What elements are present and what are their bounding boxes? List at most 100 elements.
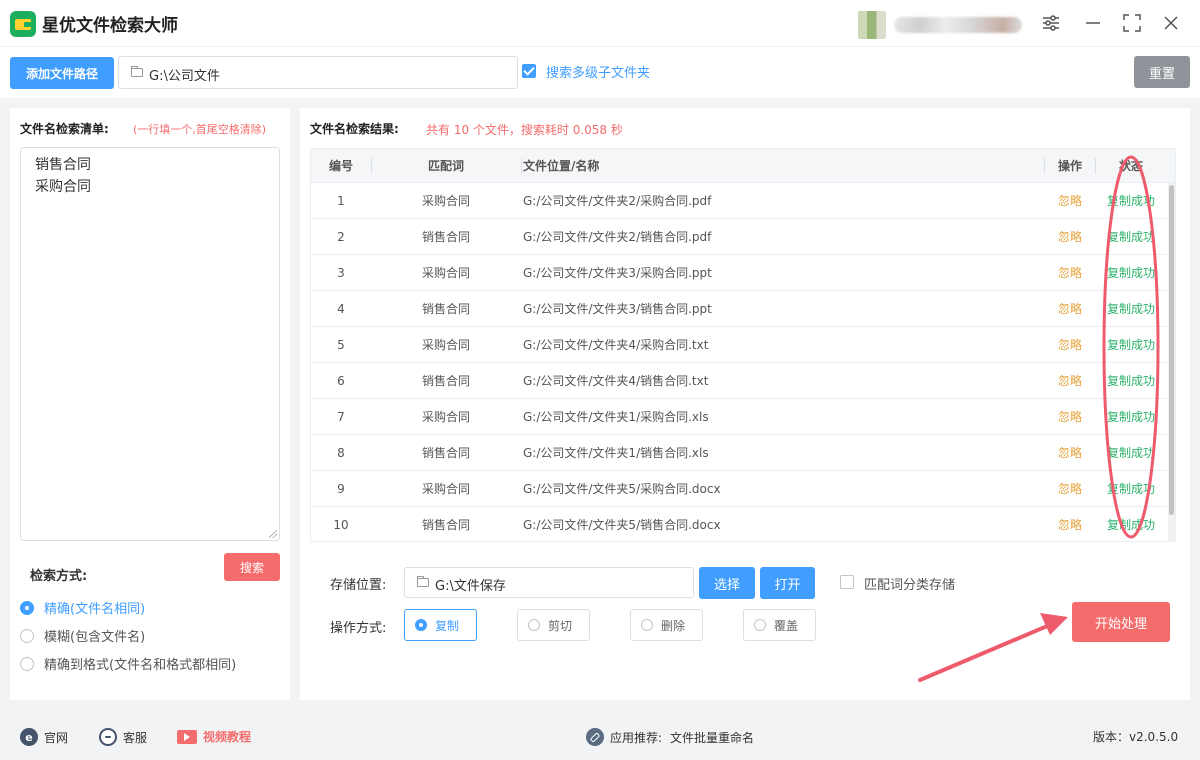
op-copy-option[interactable]: 复制: [404, 609, 477, 641]
radio-selected-icon[interactable]: [415, 619, 427, 631]
avatar[interactable]: [858, 11, 886, 39]
column-divider[interactable]: [521, 158, 522, 174]
classify-label[interactable]: 匹配词分类存储: [864, 574, 955, 593]
close-button[interactable]: [1160, 12, 1182, 34]
store-path-value: G:\文件保存: [435, 579, 506, 594]
start-processing-button[interactable]: 开始处理: [1072, 602, 1170, 642]
maximize-button[interactable]: [1121, 12, 1143, 34]
row-number: 10: [333, 518, 349, 532]
row-number: 5: [337, 338, 345, 352]
table-header: 编号 匹配词 文件位置/名称 操作 状态: [311, 149, 1175, 183]
row-status: 复制成功: [1106, 266, 1155, 280]
table-row[interactable]: 3 采购合同 G:/公司文件/文件夹3/采购合同.ppt 忽略 复制成功: [311, 255, 1167, 291]
user-profile[interactable]: [858, 11, 1022, 39]
radio-icon[interactable]: [20, 628, 34, 643]
path-input[interactable]: G:\公司文件: [118, 56, 518, 89]
col-header-keyword[interactable]: 匹配词: [371, 149, 521, 183]
minimize-button[interactable]: [1082, 12, 1104, 34]
table-row[interactable]: 4 销售合同 G:/公司文件/文件夹3/销售合同.ppt 忽略 复制成功: [311, 291, 1167, 327]
keyword-line: 销售合同: [35, 157, 91, 173]
row-file-path: G:/公司文件/文件夹3/销售合同.ppt: [523, 302, 712, 316]
table-row[interactable]: 2 销售合同 G:/公司文件/文件夹2/销售合同.pdf 忽略 复制成功: [311, 219, 1167, 255]
row-keyword: 销售合同: [421, 374, 470, 388]
add-path-button[interactable]: 添加文件路径: [10, 57, 114, 89]
resize-grip-icon[interactable]: [269, 530, 277, 538]
recommend-app-link[interactable]: 文件批量重命名: [670, 729, 754, 746]
results-panel: 文件名检索结果: 共有 10 个文件，搜索耗时 0.058 秒 编号 匹配词 文…: [300, 108, 1190, 700]
op-overwrite-option[interactable]: 覆盖: [743, 609, 816, 641]
service-link[interactable]: 客服: [99, 728, 147, 746]
website-link[interactable]: e 官网: [20, 728, 68, 746]
folder-icon: [417, 576, 429, 587]
video-tutorial-link[interactable]: 视频教程: [177, 728, 251, 745]
radio-icon[interactable]: [754, 619, 766, 631]
settings-sliders-icon[interactable]: [1040, 12, 1062, 34]
op-cut-option[interactable]: 剪切: [517, 609, 590, 641]
reset-button[interactable]: 重置: [1134, 56, 1190, 88]
footer-bar: e 官网 客服 视频教程 应用推荐: 文件批量重命名 版本：v2.0.5.0: [0, 712, 1200, 760]
row-ignore-action[interactable]: 忽略: [1045, 183, 1095, 219]
mode-fuzzy-option[interactable]: 模糊(包含文件名): [20, 626, 145, 645]
row-status: 复制成功: [1106, 410, 1155, 424]
row-status: 复制成功: [1106, 230, 1155, 244]
col-header-path[interactable]: 文件位置/名称: [523, 149, 823, 183]
row-status: 复制成功: [1106, 302, 1155, 316]
recommend-label: 应用推荐:: [610, 730, 663, 745]
search-button[interactable]: 搜索: [224, 553, 280, 581]
radio-icon[interactable]: [20, 656, 34, 671]
row-status: 复制成功: [1106, 194, 1155, 208]
row-ignore-action[interactable]: 忽略: [1045, 291, 1095, 327]
keyword-textarea[interactable]: 销售合同 采购合同: [20, 147, 280, 541]
store-path-input[interactable]: G:\文件保存: [404, 567, 694, 598]
table-row[interactable]: 1 采购合同 G:/公司文件/文件夹2/采购合同.pdf 忽略 复制成功: [311, 183, 1167, 219]
op-label: 剪切: [548, 618, 573, 633]
classify-checkbox[interactable]: [840, 575, 854, 589]
col-header-no[interactable]: 编号: [311, 149, 371, 183]
op-delete-option[interactable]: 删除: [630, 609, 703, 641]
row-status: 复制成功: [1106, 482, 1155, 496]
row-ignore-action[interactable]: 忽略: [1045, 399, 1095, 435]
row-ignore-action[interactable]: 忽略: [1045, 507, 1095, 541]
row-ignore-action[interactable]: 忽略: [1045, 363, 1095, 399]
mode-exact-option[interactable]: 精确(文件名相同): [20, 598, 145, 617]
row-number: 2: [337, 230, 345, 244]
table-scrollbar[interactable]: [1168, 183, 1175, 541]
op-label: 删除: [661, 618, 686, 633]
row-ignore-action[interactable]: 忽略: [1045, 471, 1095, 507]
table-row[interactable]: 6 销售合同 G:/公司文件/文件夹4/销售合同.txt 忽略 复制成功: [311, 363, 1167, 399]
row-ignore-action[interactable]: 忽略: [1045, 327, 1095, 363]
mode-exact-format-option[interactable]: 精确到格式(文件名和格式都相同): [20, 654, 236, 673]
table-row[interactable]: 7 采购合同 G:/公司文件/文件夹1/采购合同.xls 忽略 复制成功: [311, 399, 1167, 435]
choose-button[interactable]: 选择: [699, 567, 755, 599]
path-toolbar: 添加文件路径 G:\公司文件 搜索多级子文件夹 重置: [0, 46, 1200, 98]
col-header-status[interactable]: 状态: [1095, 149, 1167, 183]
row-keyword: 采购合同: [421, 266, 470, 280]
radio-icon[interactable]: [528, 619, 540, 631]
scroll-thumb[interactable]: [1169, 185, 1174, 515]
radio-selected-icon[interactable]: [20, 600, 34, 615]
op-label: 覆盖: [774, 618, 799, 633]
row-file-path: G:/公司文件/文件夹3/采购合同.ppt: [523, 266, 712, 280]
app-title: 星优文件检索大师: [42, 16, 178, 36]
radio-icon[interactable]: [641, 619, 653, 631]
mode-label: 精确到格式(文件名和格式都相同): [44, 658, 237, 673]
app-recommend[interactable]: 应用推荐: 文件批量重命名: [586, 728, 754, 746]
subfolder-checkbox[interactable]: [522, 64, 536, 78]
row-number: 7: [337, 410, 345, 424]
row-status: 复制成功: [1106, 518, 1155, 532]
row-ignore-action[interactable]: 忽略: [1045, 255, 1095, 291]
row-keyword: 销售合同: [421, 230, 470, 244]
col-header-op[interactable]: 操作: [1045, 149, 1095, 183]
open-button[interactable]: 打开: [760, 567, 815, 599]
operation-mode-label: 操作方式:: [330, 621, 387, 636]
table-row[interactable]: 5 采购合同 G:/公司文件/文件夹4/采购合同.txt 忽略 复制成功: [311, 327, 1167, 363]
table-row[interactable]: 10 销售合同 G:/公司文件/文件夹5/销售合同.docx 忽略 复制成功: [311, 507, 1167, 541]
mode-label: 精确(文件名相同): [44, 602, 146, 617]
row-ignore-action[interactable]: 忽略: [1045, 435, 1095, 471]
mode-label: 模糊(包含文件名): [44, 630, 146, 645]
table-row[interactable]: 8 销售合同 G:/公司文件/文件夹1/销售合同.xls 忽略 复制成功: [311, 435, 1167, 471]
subfolder-label[interactable]: 搜索多级子文件夹: [546, 62, 650, 81]
table-row[interactable]: 9 采购合同 G:/公司文件/文件夹5/采购合同.docx 忽略 复制成功: [311, 471, 1167, 507]
row-file-path: G:/公司文件/文件夹4/采购合同.txt: [523, 338, 709, 352]
row-ignore-action[interactable]: 忽略: [1045, 219, 1095, 255]
